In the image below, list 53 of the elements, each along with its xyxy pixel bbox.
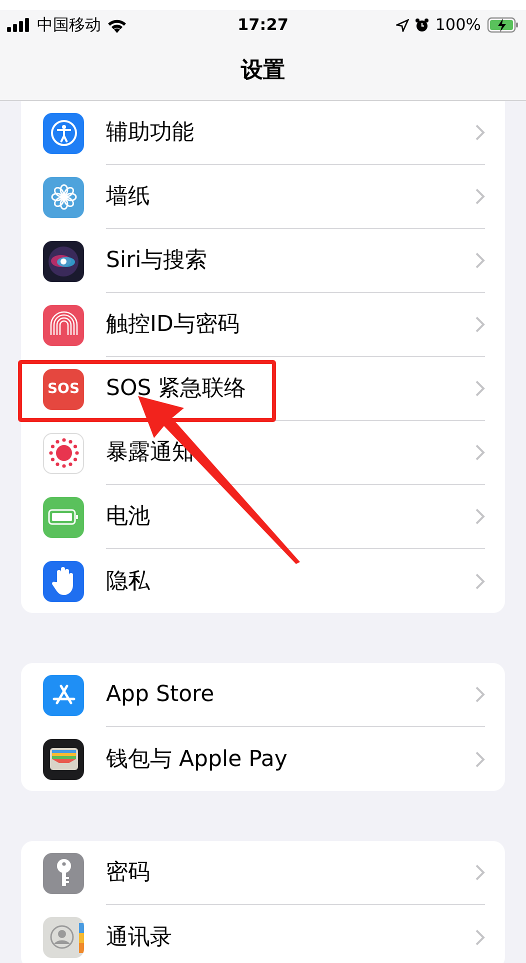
row-label: 通讯录 bbox=[106, 924, 172, 952]
chevron-icon bbox=[475, 188, 485, 205]
settings-row[interactable]: App Store bbox=[21, 663, 505, 727]
settings-row[interactable]: 密码 bbox=[21, 841, 505, 905]
row-label: 隐私 bbox=[106, 568, 150, 596]
location-arrow-icon bbox=[396, 18, 410, 32]
row-label: App Store bbox=[106, 681, 214, 709]
chevron-icon bbox=[475, 864, 485, 881]
chevron-icon bbox=[475, 444, 485, 461]
battery-percentage: 100% bbox=[435, 14, 481, 36]
alarm-clock-icon bbox=[415, 18, 430, 32]
chevron-icon bbox=[475, 252, 485, 269]
row-label: SOS 紧急联络 bbox=[106, 375, 246, 403]
settings-row[interactable]: 触控ID与密码 bbox=[21, 293, 505, 357]
row-label: 钱包与 Apple Pay bbox=[106, 746, 288, 774]
chevron-icon bbox=[475, 686, 485, 703]
carrier-name: 中国移动 bbox=[37, 14, 101, 36]
wifi-icon bbox=[107, 18, 127, 32]
settings-row[interactable]: 辅助功能 bbox=[21, 101, 505, 165]
hand-icon bbox=[43, 560, 84, 602]
settings-row[interactable]: 墙纸 bbox=[21, 165, 505, 229]
siri-icon bbox=[43, 240, 84, 282]
charging-battery-icon bbox=[487, 17, 519, 33]
settings-row[interactable]: 通讯录 bbox=[21, 905, 505, 963]
accessibility-icon bbox=[43, 112, 84, 154]
chevron-icon bbox=[475, 380, 485, 397]
chevron-icon bbox=[475, 750, 485, 768]
fingerprint-icon bbox=[43, 304, 84, 346]
row-label: 电池 bbox=[106, 503, 150, 531]
chevron-icon bbox=[475, 508, 485, 525]
sos-icon: SOS bbox=[43, 368, 84, 410]
exposure-icon bbox=[43, 432, 84, 474]
chevron-icon bbox=[475, 572, 485, 590]
row-label: 密码 bbox=[106, 859, 150, 887]
chevron-icon bbox=[475, 928, 485, 946]
row-label: 辅助功能 bbox=[106, 119, 194, 147]
contacts-icon bbox=[43, 916, 84, 958]
battery-icon bbox=[43, 496, 84, 538]
wallet-icon bbox=[43, 738, 84, 780]
settings-row[interactable]: Siri与搜索 bbox=[21, 229, 505, 293]
row-label: 墙纸 bbox=[106, 183, 150, 211]
chevron-icon bbox=[475, 316, 485, 333]
signal-icon bbox=[7, 18, 31, 32]
settings-row[interactable]: 钱包与 Apple Pay bbox=[21, 727, 505, 791]
flower-icon bbox=[43, 176, 84, 218]
row-label: Siri与搜索 bbox=[106, 247, 208, 275]
page-title: 设置 bbox=[241, 56, 285, 84]
chevron-icon bbox=[475, 124, 485, 141]
key-icon bbox=[43, 852, 84, 894]
clock-time: 17:27 bbox=[238, 14, 288, 36]
settings-row[interactable]: 隐私 bbox=[21, 549, 505, 613]
app-store-icon bbox=[43, 674, 84, 716]
row-label: 触控ID与密码 bbox=[106, 311, 240, 339]
